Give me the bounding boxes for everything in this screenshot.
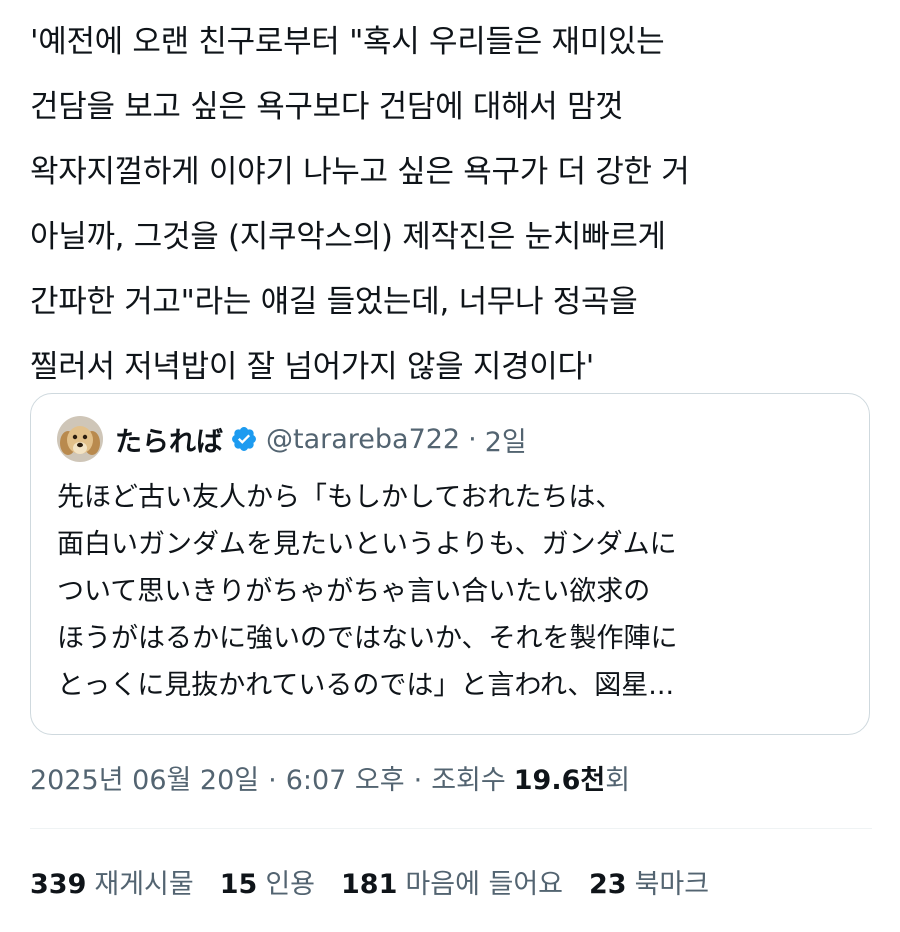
bookmarks-label: 북마크 [634,869,710,900]
quotes-stat[interactable]: 15 인용 [220,862,315,901]
tweet-text: '예전에 오랜 친구로부터 "혹시 우리들은 재미있는 건담을 보고 싶은 욕구… [30,24,690,385]
quoted-display-name[interactable]: たられば [115,420,223,459]
likes-label: 마음에 들어요 [405,869,564,900]
dog-avatar[interactable] [57,416,103,462]
retweets-count: 339 [30,869,87,900]
quoted-tweet-text: 先ほど古い友人から「もしかしておれたちは、 面白いガンダムを見たいというよりも、… [57,482,678,701]
separator-dot: · [268,765,277,796]
likes-stat[interactable]: 181 마음에 들어요 [341,862,563,901]
retweets-stat[interactable]: 339 재게시물 [30,862,194,901]
divider [30,828,872,829]
likes-count: 181 [341,869,398,900]
views-count[interactable]: 19.6천 [514,758,605,797]
bookmarks-count: 23 [589,869,627,900]
tweet-date[interactable]: 2025년 06월 20일 [30,758,259,797]
quotes-label: 인용 [265,869,316,900]
views-label: 조회수 [431,765,506,796]
tweet-detail: '예전에 오랜 친구로부터 "혹시 우리들은 재미있는 건담을 보고 싶은 욕구… [0,0,900,932]
quotes-count: 15 [219,869,258,900]
separator-dot: · [468,423,477,455]
retweets-label: 재게시물 [94,869,194,900]
quoted-tweet-header: たられば @tarareba722 · 2일 [57,416,527,462]
bookmarks-stat[interactable]: 23 북마크 [589,862,709,901]
tweet-meta: 2025년 06월 20일 · 6:07 오후 · 조회수 19.6천 회 [30,758,630,797]
quoted-handle[interactable]: @tarareba722 [266,424,460,455]
quoted-tweet-card[interactable]: たられば @tarareba722 · 2일 先ほど古い友人から「もしかしておれ… [30,393,870,735]
quoted-time-ago[interactable]: 2일 [485,420,527,459]
engagement-stats: 339 재게시물 15 인용 181 마음에 들어요 23 북마크 [30,862,735,901]
tweet-time[interactable]: 6:07 오후 [286,758,405,797]
separator-dot: · [413,765,423,796]
verified-badge-icon [230,425,258,453]
views-suffix: 회 [605,765,631,796]
